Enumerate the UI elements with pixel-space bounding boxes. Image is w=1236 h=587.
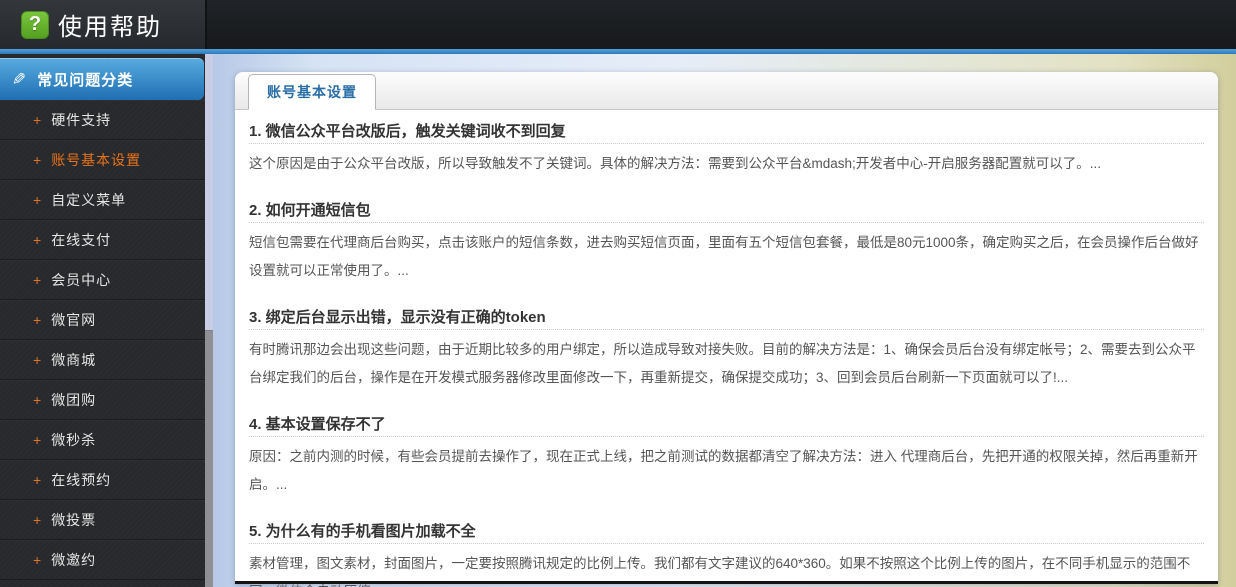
faq-question-title[interactable]: 3. 绑定后台显示出错，显示没有正确的token <box>249 285 1204 330</box>
sidebar-item-label: 微商城 <box>51 351 97 368</box>
sidebar-item-0[interactable]: + 硬件支持 <box>0 100 205 140</box>
plus-icon: + <box>33 111 43 128</box>
sidebar-item-2[interactable]: + 自定义菜单 <box>0 180 205 220</box>
tab-account-basic-settings[interactable]: 账号基本设置 <box>248 74 376 110</box>
faq-answer-preview: 这个原因是由于公众平台改版，所以导致触发不了关键词。具体的解决方法：需要到公众平… <box>249 156 1102 171</box>
faq-question-title[interactable]: 4. 基本设置保存不了 <box>249 392 1204 437</box>
plus-icon: + <box>33 351 43 368</box>
faq-question-title[interactable]: 5. 为什么有的手机看图片加载不全 <box>249 499 1204 544</box>
sidebar-item-9[interactable]: + 在线预约 <box>0 460 205 500</box>
faq-list: 1. 微信公众平台改版后，触发关键词收不到回复 这个原因是由于公众平台改版，所以… <box>235 110 1218 587</box>
faq-item: 1. 微信公众平台改版后，触发关键词收不到回复 这个原因是由于公众平台改版，所以… <box>249 110 1204 178</box>
faq-answer-preview: 有时腾讯那边会出现这些问题，由于近期比较多的用户绑定，所以造成导致对接失败。目前… <box>249 342 1196 385</box>
sidebar-item-10[interactable]: + 微投票 <box>0 500 205 540</box>
sidebar-header: ✎ 常见问题分类 <box>0 58 204 100</box>
plus-icon: + <box>33 551 43 568</box>
faq-item: 5. 为什么有的手机看图片加载不全 素材管理，图文素材，封面图片，一定要按照腾讯… <box>249 499 1204 587</box>
sidebar-item-label: 在线预约 <box>51 471 112 488</box>
faq-answer-preview: 原因：之前内测的时候，有些会员提前去操作了，现在正式上线，把之前测试的数据都清空… <box>249 449 1198 492</box>
question-mark-glyph: ? <box>28 13 42 35</box>
sidebar-header-label: 常见问题分类 <box>37 71 134 89</box>
faq-question-title[interactable]: 2. 如何开通短信包 <box>249 178 1204 223</box>
sidebar-item-label: 会员中心 <box>51 271 112 288</box>
faq-answer-preview: 素材管理，图文素材，封面图片，一定要按照腾讯规定的比例上传。我们都有文字建议的6… <box>249 556 1191 587</box>
sidebar-item-label: 微投票 <box>51 511 97 528</box>
sidebar-item-5[interactable]: + 微官网 <box>0 300 205 340</box>
sidebar-item-label: 在线支付 <box>51 231 112 248</box>
sidebar-item-label: 微邀约 <box>51 551 97 568</box>
sidebar-item-4[interactable]: + 会员中心 <box>0 260 205 300</box>
sidebar: ✎ 常见问题分类 + 硬件支持 + 账号基本设置 + 自定义菜单 + 在线支付 … <box>0 54 205 587</box>
faq-question-title[interactable]: 1. 微信公众平台改版后，触发关键词收不到回复 <box>249 110 1204 144</box>
sidebar-item-7[interactable]: + 微团购 <box>0 380 205 420</box>
faq-answer-preview: 短信包需要在代理商后台购买，点击该账户的短信条数，进去购买短信页面，里面有五个短… <box>249 235 1199 278</box>
plus-icon: + <box>33 271 43 288</box>
sidebar-item-3[interactable]: + 在线支付 <box>0 220 205 260</box>
pencil-icon: ✎ <box>8 71 28 87</box>
sidebar-item-label: 微官网 <box>51 311 97 328</box>
plus-icon: + <box>33 231 43 248</box>
faq-panel: 账号基本设置 1. 微信公众平台改版后，触发关键词收不到回复 这个原因是由于公众… <box>235 72 1218 587</box>
sidebar-item-1[interactable]: + 账号基本设置 <box>0 140 205 180</box>
plus-icon: + <box>33 191 43 208</box>
plus-icon: + <box>33 471 43 488</box>
sidebar-menu: + 硬件支持 + 账号基本设置 + 自定义菜单 + 在线支付 + 会员中心 + … <box>0 100 205 580</box>
sidebar-item-8[interactable]: + 微秒杀 <box>0 420 205 460</box>
sidebar-item-label: 账号基本设置 <box>51 151 142 168</box>
faq-item: 2. 如何开通短信包 短信包需要在代理商后台购买，点击该账户的短信条数，进去购买… <box>249 178 1204 285</box>
plus-icon: + <box>33 431 43 448</box>
plus-icon: + <box>33 311 43 328</box>
vertical-scrollbar[interactable] <box>205 54 213 587</box>
scrollbar-thumb[interactable] <box>205 330 213 587</box>
sidebar-item-label: 自定义菜单 <box>51 191 127 208</box>
plus-icon: + <box>33 511 43 528</box>
faq-item: 4. 基本设置保存不了 原因：之前内测的时候，有些会员提前去操作了，现在正式上线… <box>249 392 1204 499</box>
content-area: 账号基本设置 1. 微信公众平台改版后，触发关键词收不到回复 这个原因是由于公众… <box>213 54 1236 587</box>
sidebar-item-label: 微团购 <box>51 391 97 408</box>
topbar-brand: ? 使用帮助 <box>0 0 207 49</box>
topbar-spacer <box>207 0 1236 49</box>
help-question-mark-icon: ? <box>21 10 49 39</box>
sidebar-item-11[interactable]: + 微邀约 <box>0 540 205 580</box>
sidebar-item-label: 硬件支持 <box>51 111 112 128</box>
app-root: ? 使用帮助 ✎ 常见问题分类 + 硬件支持 + 账号基本设置 + 自定义菜单 … <box>0 0 1236 587</box>
tab-strip: 账号基本设置 <box>235 72 1218 110</box>
sidebar-item-6[interactable]: + 微商城 <box>0 340 205 380</box>
plus-icon: + <box>33 151 43 168</box>
page-title: 使用帮助 <box>58 14 162 41</box>
sidebar-item-label: 微秒杀 <box>51 431 97 448</box>
faq-item: 3. 绑定后台显示出错，显示没有正确的token 有时腾讯那边会出现这些问题，由… <box>249 285 1204 392</box>
plus-icon: + <box>33 391 43 408</box>
topbar: ? 使用帮助 <box>0 0 1236 49</box>
